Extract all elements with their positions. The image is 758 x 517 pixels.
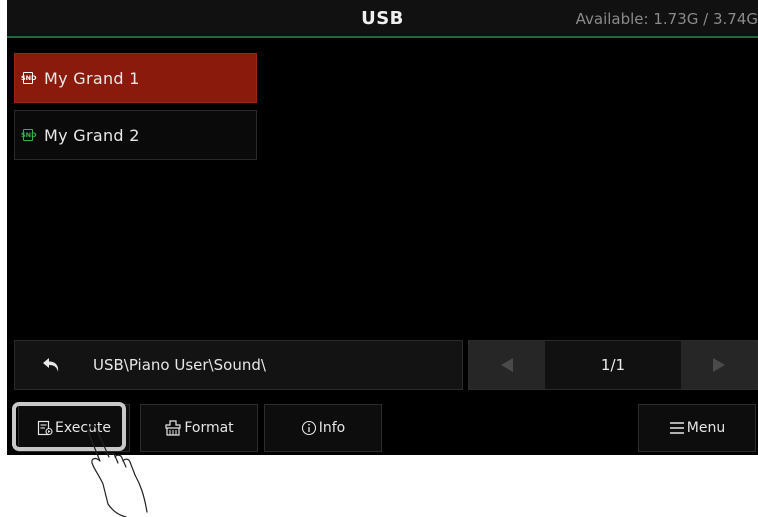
page-indicator: 1/1 xyxy=(600,356,626,374)
top-bar: USB Available: 1.73G / 3.74G xyxy=(7,0,758,38)
pager: 1/1 xyxy=(468,340,758,390)
info-label: Info xyxy=(318,420,346,436)
menu-button[interactable]: Menu xyxy=(638,404,756,452)
triangle-left-icon xyxy=(501,358,513,372)
next-page-button[interactable] xyxy=(681,341,757,389)
info-button[interactable]: Info xyxy=(264,404,382,452)
info-icon xyxy=(301,420,316,436)
file-item-my-grand-2[interactable]: SND My Grand 2 xyxy=(14,110,257,160)
file-item-label: My Grand 1 xyxy=(44,68,140,88)
triangle-right-icon xyxy=(713,358,725,372)
back-button[interactable] xyxy=(15,341,89,389)
file-item-label: My Grand 2 xyxy=(44,125,140,145)
pointing-hand-icon xyxy=(88,425,148,517)
snd-file-icon: SND xyxy=(21,71,37,84)
file-item-my-grand-1[interactable]: SND My Grand 1 xyxy=(14,53,257,103)
hamburger-icon xyxy=(669,422,684,434)
path-bar: USB\Piano User\Sound\ xyxy=(14,340,463,390)
menu-label: Menu xyxy=(686,420,726,436)
back-arrow-icon xyxy=(43,358,59,372)
format-label: Format xyxy=(184,420,234,436)
prev-page-button[interactable] xyxy=(469,341,545,389)
storage-available: Available: 1.73G / 3.74G xyxy=(575,10,758,28)
usb-screen: USB Available: 1.73G / 3.74G SND My Gran… xyxy=(7,0,758,455)
snd-file-icon: SND xyxy=(21,128,37,141)
path-text: USB\Piano User\Sound\ xyxy=(93,356,266,374)
